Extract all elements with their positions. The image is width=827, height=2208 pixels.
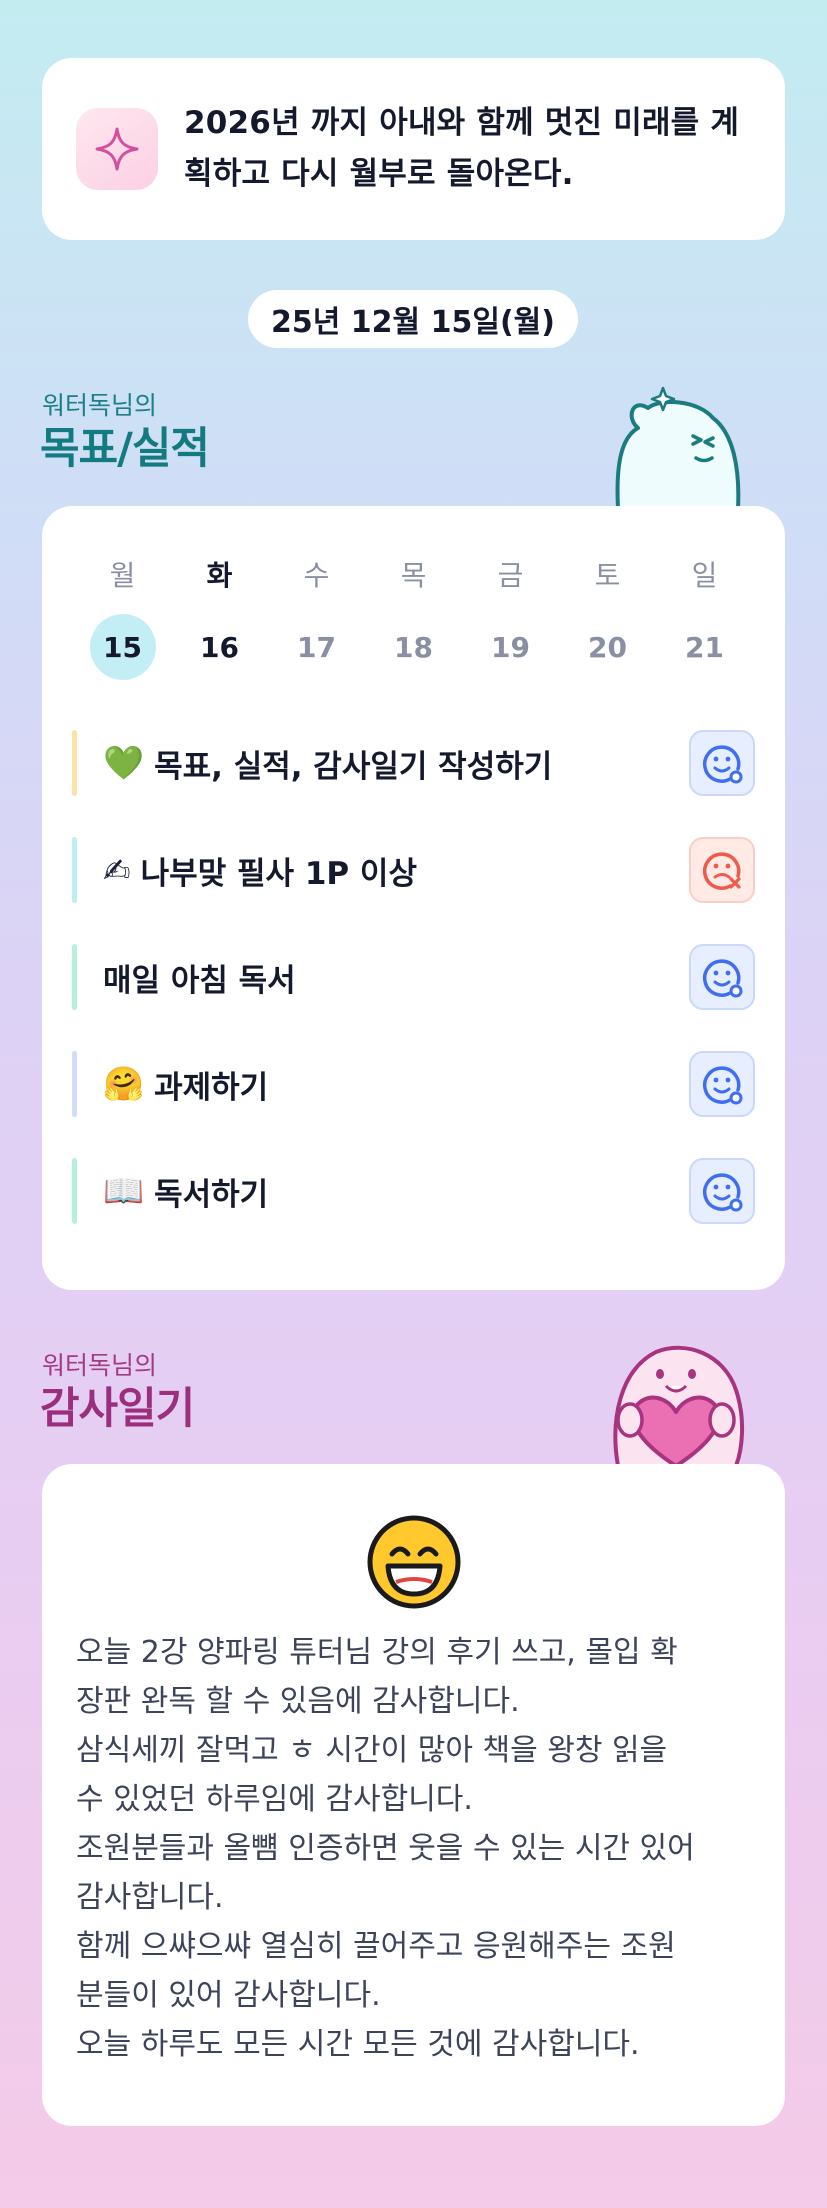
day-button[interactable]: 19 [462,614,559,680]
task-color-bar [72,1158,77,1224]
task-emoji-icon: ✍ [103,850,131,890]
gratitude-text: 오늘 2강 양파링 튜터님 강의 후기 쓰고, 몰입 확장판 완독 할 수 있음… [76,1628,766,2069]
gratitude-section-title: 감사일기 [40,1384,195,1434]
task-color-bar [72,944,77,1010]
day-button[interactable]: 15 [74,614,171,680]
weekday-label: 화 [206,559,233,592]
weekday-label: 일 [691,559,718,592]
weekday-label: 목 [400,559,427,592]
goals-section-title: 목표/실적 [40,424,210,474]
weekday-header: 월 화 수 목 금 토 일 [42,554,785,594]
task-row[interactable]: 📖 독서하기 [72,1158,755,1224]
gratitude-line: 조원분들과 올뻄 인증하면 웃을 수 있는 시간 있어 [76,1831,695,1866]
week-day-selector: 15 16 17 18 19 20 21 [42,614,785,680]
task-row[interactable]: 매일 아침 독서 [72,944,755,1010]
day-number: 21 [685,630,724,664]
gratitude-line: 장판 완독 할 수 있음에 감사합니다. [76,1684,520,1719]
mascot-heart-icon [596,1340,756,1468]
date-pill[interactable]: 25년 12월 15일(월) [248,290,578,348]
day-button[interactable]: 18 [365,614,462,680]
goal-text-line: 획하고 다시 월부로 돌아온다. [184,156,574,192]
goal-card: 2026년 까지 아내와 함께 멋진 미래를 계 획하고 다시 월부로 돌아온다… [42,58,785,240]
day-button[interactable]: 20 [559,614,656,680]
gratitude-line: 분들이 있어 감사합니다. [76,1978,381,2013]
gratitude-line: 수 있었던 하루임에 감사합니다. [76,1782,473,1817]
gratitude-card: 오늘 2강 양파링 튜터님 강의 후기 쓰고, 몰입 확장판 완독 할 수 있음… [42,1464,785,2126]
goals-card: 월 화 수 목 금 토 일 15 16 17 18 19 20 21 💚 목표, … [42,506,785,1290]
day-number: 20 [588,630,627,664]
task-color-bar [72,1051,77,1117]
gratitude-line: 오늘 2강 양파링 튜터님 강의 후기 쓰고, 몰입 확 [76,1635,678,1670]
task-label: 과제하기 [154,1069,269,1106]
goal-text: 2026년 까지 아내와 함께 멋진 미래를 계 획하고 다시 월부로 돌아온다… [184,98,739,200]
day-button[interactable]: 21 [656,614,753,680]
day-number: 18 [394,630,433,664]
mascot-character-icon [598,378,758,510]
day-button[interactable]: 16 [171,614,268,680]
weekday-label: 금 [497,559,524,592]
status-done-icon[interactable] [689,944,755,1010]
task-color-bar [72,730,77,796]
task-label: 목표, 실적, 감사일기 작성하기 [154,748,553,785]
task-label: 나부맞 필사 1P 이상 [140,855,417,892]
goal-text-line: 2026년 까지 아내와 함께 멋진 미래를 계 [184,105,740,141]
task-label: 매일 아침 독서 [103,962,296,999]
task-label: 독서하기 [154,1176,269,1213]
weekday-label: 수 [303,559,330,592]
day-number: 17 [297,630,336,664]
status-done-icon[interactable] [689,730,755,796]
gratitude-line: 삼식세끼 잘먹고 ㅎ 시간이 많아 책을 왕창 읽을 [76,1733,668,1768]
grinning-face-icon [366,1514,462,1610]
sparkle-icon [76,108,158,190]
task-row[interactable]: 💚 목표, 실적, 감사일기 작성하기 [72,730,755,796]
task-row[interactable]: ✍ 나부맞 필사 1P 이상 [72,837,755,903]
task-emoji-icon: 🤗 [103,1064,145,1103]
day-number: 15 [89,614,156,680]
task-emoji-icon: 📖 [103,1171,145,1210]
weekday-label: 토 [594,559,621,592]
gratitude-line: 함께 으쌰으쌰 열심히 끌어주고 응원해주는 조원 [76,1929,676,1964]
day-button[interactable]: 17 [268,614,365,680]
status-done-icon[interactable] [689,1051,755,1117]
task-color-bar [72,837,77,903]
status-missed-icon[interactable] [689,837,755,903]
weekday-label: 월 [109,559,136,592]
gratitude-line: 감사합니다. [76,1880,224,1915]
day-number: 19 [491,630,530,664]
task-emoji-icon: 💚 [103,743,145,782]
status-done-icon[interactable] [689,1158,755,1224]
day-number: 16 [200,630,239,664]
gratitude-line: 오늘 하루도 모든 시간 모든 것에 감사합니다. [76,2027,640,2062]
task-row[interactable]: 🤗 과제하기 [72,1051,755,1117]
